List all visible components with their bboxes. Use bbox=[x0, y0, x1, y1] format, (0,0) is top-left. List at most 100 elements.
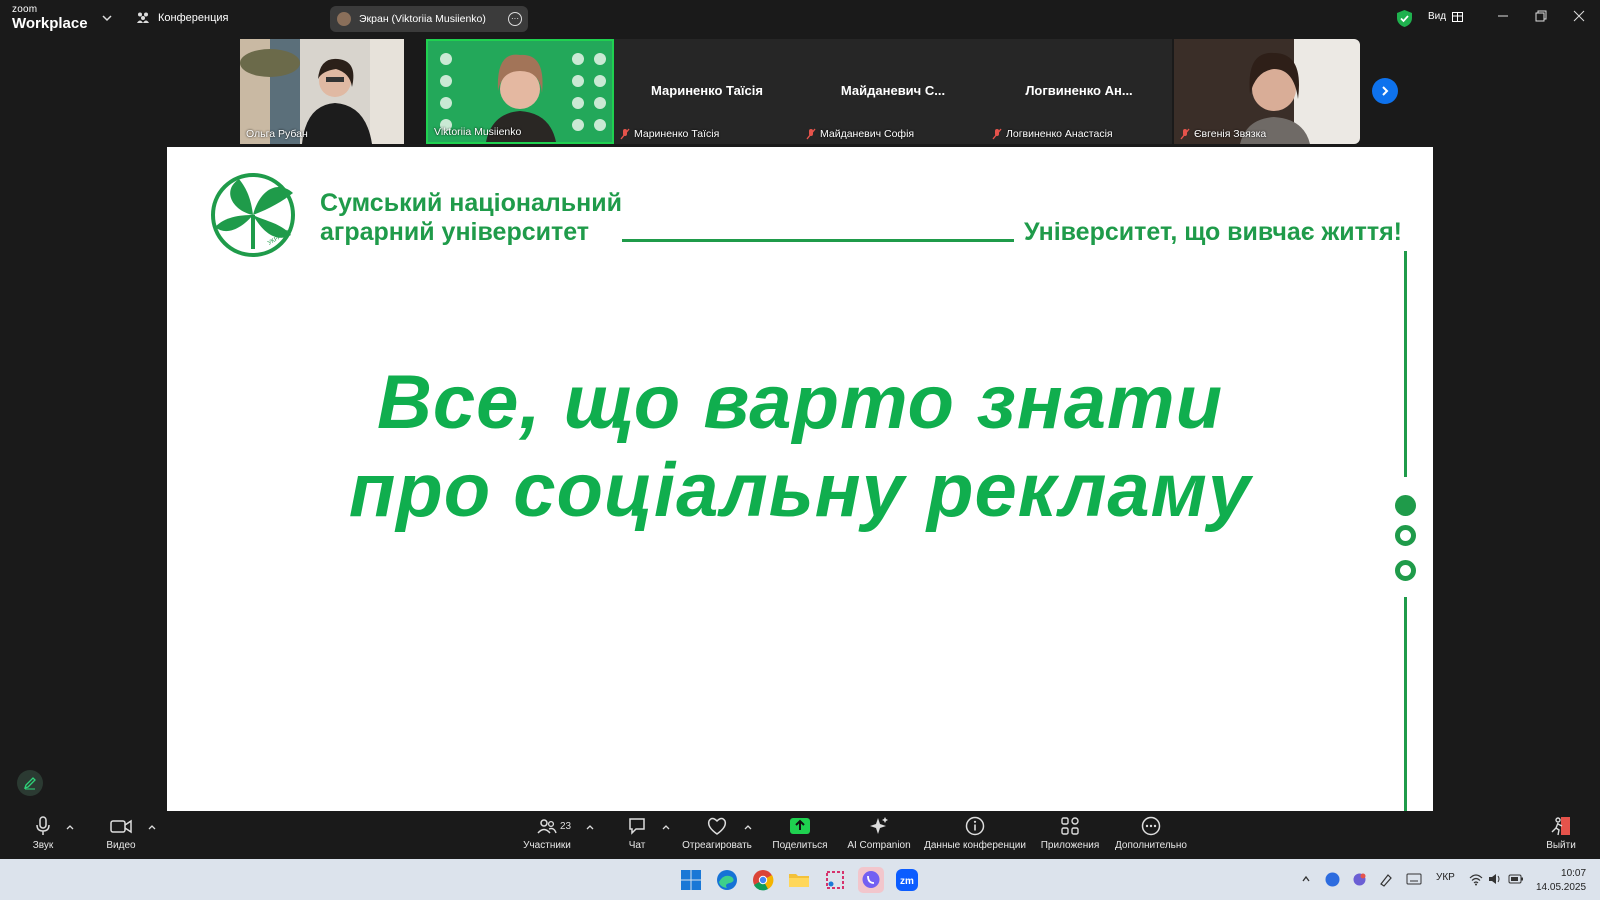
teams-tray-icon[interactable] bbox=[1352, 872, 1367, 887]
zoom-app-icon[interactable]: zm bbox=[894, 867, 920, 893]
chevron-up-icon[interactable] bbox=[743, 822, 753, 832]
security-shield-icon[interactable] bbox=[1396, 9, 1413, 28]
participant-tile[interactable]: Логвиненко Ан... Логвиненко Анастасія bbox=[986, 39, 1172, 144]
more-options-icon[interactable]: ··· bbox=[508, 12, 522, 26]
chevron-up-icon[interactable] bbox=[1301, 874, 1311, 884]
audio-label: Звук bbox=[32, 840, 54, 851]
zoom-tray-icon[interactable] bbox=[1325, 872, 1340, 887]
meeting-controls: Звук Видео Участники 23 Чат Отреагироват… bbox=[0, 812, 1600, 859]
next-page-arrow[interactable] bbox=[1372, 78, 1398, 104]
participants-count: 23 bbox=[560, 821, 572, 832]
participant-tile-active-speaker[interactable]: Viktoriia Musiienko bbox=[426, 39, 614, 144]
ai-companion-button[interactable]: AI Companion bbox=[844, 816, 914, 851]
close-icon[interactable] bbox=[1572, 9, 1586, 23]
slogan: Університет, що вивчає життя! bbox=[1024, 218, 1403, 246]
people-icon bbox=[137, 12, 149, 23]
mic-muted-icon bbox=[1180, 128, 1190, 140]
more-label: Дополнительно bbox=[1115, 840, 1187, 851]
input-language[interactable]: УКР bbox=[1436, 872, 1455, 883]
network-pen-tray-icon[interactable] bbox=[1379, 872, 1395, 887]
mic-muted-icon bbox=[806, 128, 816, 140]
apps-button[interactable]: Приложения bbox=[1038, 816, 1102, 851]
chevron-up-icon[interactable] bbox=[65, 822, 75, 832]
speaker-icon[interactable] bbox=[1488, 872, 1502, 886]
heart-icon bbox=[707, 817, 727, 835]
participant-display-name: Логвиненко Ан... bbox=[1025, 83, 1133, 98]
minimize-icon[interactable] bbox=[1496, 9, 1510, 23]
keyboard-icon[interactable] bbox=[1406, 873, 1422, 885]
logo-bottom-text: Workplace bbox=[12, 15, 88, 32]
leave-button[interactable]: Выйти bbox=[1544, 816, 1578, 851]
clock-date: 14.05.2025 bbox=[1536, 882, 1587, 893]
headline-line2: про соціальну рекламу bbox=[348, 448, 1252, 533]
university-logo: УКРАЇНА bbox=[211, 173, 295, 257]
sparkle-icon bbox=[870, 817, 888, 834]
divider bbox=[622, 239, 1014, 242]
video-camera-icon bbox=[110, 819, 132, 834]
participant-tile[interactable]: Євгенія Звязка bbox=[1174, 39, 1360, 144]
meeting-info-button[interactable]: Данные конференции bbox=[922, 816, 1028, 851]
microphone-icon bbox=[36, 816, 50, 835]
battery-icon[interactable] bbox=[1508, 872, 1524, 886]
clock-time: 10:07 bbox=[1561, 868, 1587, 879]
meeting-label: Конференция bbox=[158, 11, 229, 24]
audio-button[interactable]: Звук bbox=[26, 816, 60, 851]
video-label: Видео bbox=[106, 840, 136, 851]
participant-tile[interactable]: Мариненко Таїсія Мариненко Таїсія bbox=[614, 39, 800, 144]
viber-icon[interactable] bbox=[858, 867, 884, 893]
chevron-up-icon[interactable] bbox=[147, 822, 157, 832]
svg-text:zm: zm bbox=[900, 876, 914, 887]
participant-name: Логвиненко Анастасія bbox=[1006, 128, 1113, 140]
system-clock[interactable]: 10:07 14.05.2025 bbox=[1536, 867, 1586, 895]
share-screen-icon bbox=[790, 818, 810, 834]
chat-icon bbox=[629, 818, 645, 835]
restore-icon[interactable] bbox=[1534, 9, 1548, 23]
mic-muted-icon bbox=[620, 128, 630, 140]
chevron-up-icon[interactable] bbox=[585, 822, 595, 832]
screen-share-pill[interactable]: Экран (Viktoriia Musiienko) ··· bbox=[330, 6, 528, 32]
chevron-down-icon[interactable] bbox=[100, 11, 114, 25]
university-name-line1: Сумський національний bbox=[320, 189, 622, 217]
more-icon bbox=[1141, 816, 1161, 836]
leave-icon bbox=[1551, 817, 1570, 836]
more-button[interactable]: Дополнительно bbox=[1112, 816, 1190, 851]
participant-tile[interactable]: Майданевич С... Майданевич Софія bbox=[800, 39, 986, 144]
participants-label: Участники bbox=[523, 840, 571, 851]
participant-name: Мариненко Таїсія bbox=[634, 128, 720, 140]
chat-label: Чат bbox=[628, 840, 646, 851]
university-name: Сумський національний аграрний університ… bbox=[320, 189, 622, 247]
participant-name: Viktoriia Musiienko bbox=[434, 126, 522, 138]
meeting-info-label: Данные конференции bbox=[924, 840, 1026, 851]
wifi-icon[interactable] bbox=[1469, 872, 1483, 886]
windows-start-icon[interactable] bbox=[678, 867, 704, 893]
mic-muted-icon bbox=[992, 128, 1002, 140]
share-button[interactable]: Поделиться bbox=[768, 816, 832, 851]
shared-screen-slide: УКРАЇНА Сумський національний аграрний у… bbox=[167, 147, 1433, 811]
leave-label: Выйти bbox=[1546, 840, 1576, 851]
view-label: Вид bbox=[1428, 11, 1447, 22]
participant-name: Майданевич Софія bbox=[820, 128, 915, 140]
participant-name: Ольга Рубан bbox=[246, 128, 308, 140]
annotate-pen-button[interactable] bbox=[17, 770, 43, 796]
chrome-browser-icon[interactable] bbox=[750, 867, 776, 893]
headline-line1: Все, що варто знати bbox=[376, 360, 1224, 445]
video-button[interactable]: Видео bbox=[104, 816, 138, 851]
participant-display-name: Мариненко Таїсія bbox=[651, 83, 763, 98]
view-button[interactable]: Вид bbox=[1428, 11, 1464, 22]
chat-button[interactable]: Чат bbox=[622, 816, 652, 851]
meeting-menu[interactable]: Конференция bbox=[136, 11, 228, 24]
participant-tile[interactable]: Ольга Рубан bbox=[240, 39, 404, 144]
participants-icon bbox=[537, 819, 557, 834]
snipping-tool-icon[interactable] bbox=[822, 867, 848, 893]
participant-display-name: Майданевич С... bbox=[840, 83, 946, 98]
grid-view-icon bbox=[1452, 11, 1464, 22]
share-label: Поделиться bbox=[772, 840, 828, 851]
ai-companion-label: AI Companion bbox=[847, 840, 911, 851]
apps-label: Приложения bbox=[1040, 840, 1100, 851]
chevron-up-icon[interactable] bbox=[661, 822, 671, 832]
decorative-ring bbox=[1395, 560, 1416, 581]
file-explorer-icon[interactable] bbox=[786, 867, 812, 893]
slide-headline: Все, що варто знати про соціальну реклам… bbox=[167, 359, 1433, 535]
edge-browser-icon[interactable] bbox=[714, 867, 740, 893]
participant-name: Євгенія Звязка bbox=[1194, 128, 1267, 140]
